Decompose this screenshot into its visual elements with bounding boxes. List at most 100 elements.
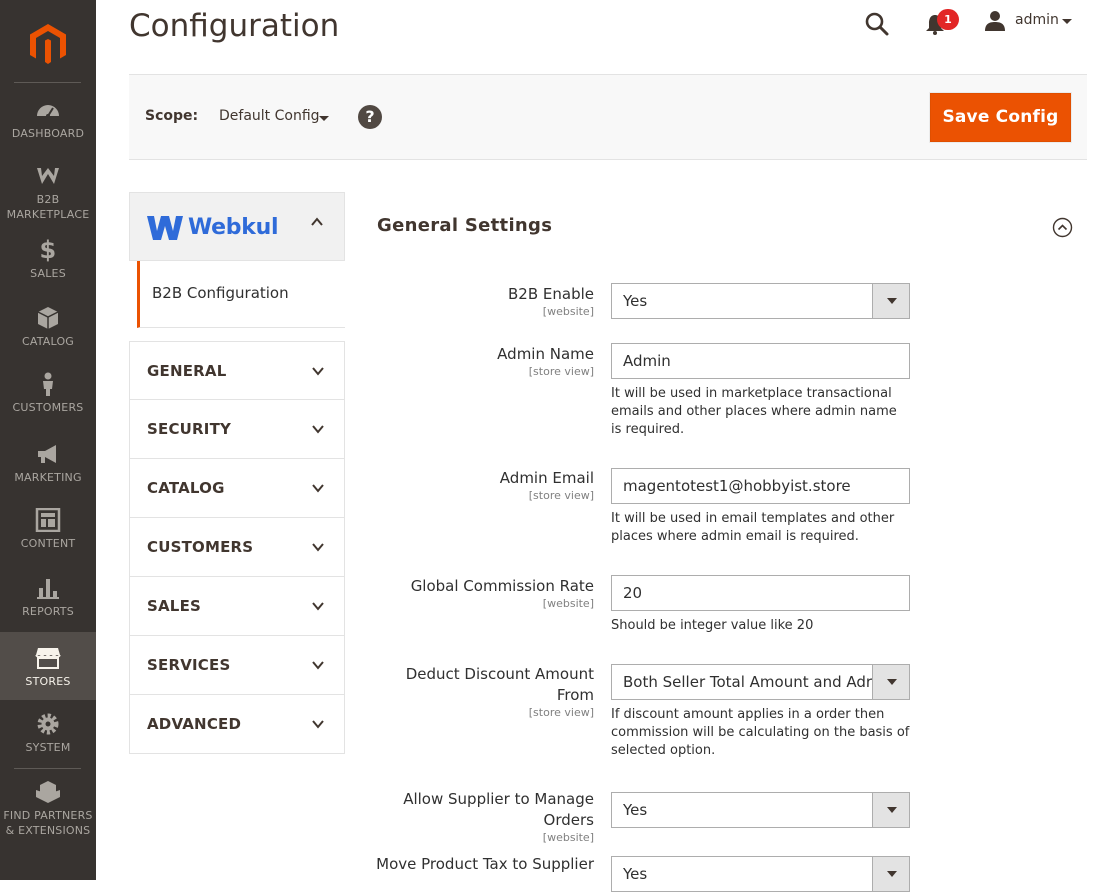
move-product-tax-select[interactable]: Yes xyxy=(611,856,910,892)
admin-name-input[interactable]: Admin xyxy=(611,343,910,379)
chevron-down-icon[interactable] xyxy=(872,665,909,699)
chevron-down-icon xyxy=(312,425,324,434)
tab-customers[interactable]: CUSTOMERS xyxy=(129,518,345,577)
admin-sidebar: DASHBOARD B2B MARKETPLACE $ SALES CATALO… xyxy=(0,0,96,880)
sidebar-item-content[interactable]: CONTENT xyxy=(0,508,96,552)
sidebar-item-label: MARKETING xyxy=(14,471,82,484)
field-label-text: Admin Email xyxy=(499,469,594,487)
save-config-button[interactable]: Save Config xyxy=(930,93,1071,142)
tab-sales[interactable]: SALES xyxy=(129,577,345,636)
page-title: Configuration xyxy=(129,8,340,44)
tab-advanced[interactable]: ADVANCED xyxy=(129,695,345,754)
megaphone-icon xyxy=(38,445,56,463)
user-icon[interactable] xyxy=(984,10,1006,32)
sidebar-item-label: CUSTOMERS xyxy=(12,401,84,414)
tab-services[interactable]: SERVICES xyxy=(129,636,345,695)
chevron-down-icon[interactable] xyxy=(319,116,329,121)
section-title[interactable]: General Settings xyxy=(377,215,552,236)
global-commission-rate-input[interactable]: 20 xyxy=(611,575,910,611)
webkul-logo-icon xyxy=(147,216,183,240)
dashboard-icon xyxy=(37,105,59,118)
chevron-down-icon xyxy=(312,543,324,552)
b2b-enable-select[interactable]: Yes xyxy=(611,283,910,319)
notification-count-badge[interactable]: 1 xyxy=(937,9,959,30)
field-note: If discount amount applies in a order th… xyxy=(611,707,910,758)
field-label-text: Move Product Tax to Supplier xyxy=(376,855,594,873)
chevron-up-icon[interactable] xyxy=(310,215,324,229)
field-label: Allow Supplier to Manage Orders [website… xyxy=(394,789,594,844)
sidebar-item-label: CONTENT xyxy=(20,537,76,550)
sidebar-item-label: CATALOG xyxy=(21,335,75,348)
tab-label: CATALOG xyxy=(147,479,225,497)
chevron-down-icon xyxy=(312,367,324,376)
scope-toolbar: Scope: Default Config ? Save Config xyxy=(129,74,1087,160)
admin-email-input[interactable]: magentotest1@hobbyist.store xyxy=(611,468,910,504)
chevron-down-icon xyxy=(312,484,324,493)
tab-label: SECURITY xyxy=(147,420,232,438)
sidebar-item-label: DASHBOARD xyxy=(11,127,85,140)
sidebar-item-stores[interactable]: STORES xyxy=(0,632,96,700)
tab-general[interactable]: GENERAL xyxy=(129,341,345,400)
sidebar-item-find-partners[interactable]: FIND PARTNERS & EXTENSIONS xyxy=(0,780,96,840)
chevron-down-icon[interactable] xyxy=(872,284,909,318)
field-label: B2B Enable [website] xyxy=(508,284,594,318)
tab-catalog[interactable]: CATALOG xyxy=(129,459,345,518)
sidebar-item-customers[interactable]: CUSTOMERS xyxy=(0,372,96,416)
tab-label: ADVANCED xyxy=(147,715,242,733)
tab-security[interactable]: SECURITY xyxy=(129,400,345,459)
tab-label: B2B Configuration xyxy=(152,284,289,302)
box-icon xyxy=(37,307,59,329)
field-note: Should be integer value like 20 xyxy=(611,618,814,633)
layout-icon xyxy=(35,508,61,532)
sidebar-item-label: STORES xyxy=(25,675,71,688)
deduct-discount-select[interactable]: Both Seller Total Amount and Adr xyxy=(611,664,910,700)
select-value: Yes xyxy=(623,292,648,310)
field-scope: [store view] xyxy=(528,489,594,502)
scope-label: Scope: xyxy=(145,108,199,124)
select-value: Yes xyxy=(623,865,648,883)
search-icon[interactable] xyxy=(864,11,890,37)
tab-label: SALES xyxy=(147,597,202,615)
admin-user-menu[interactable]: admin xyxy=(1015,12,1059,28)
magento-logo[interactable] xyxy=(28,22,68,66)
b2b-marketplace-icon xyxy=(37,168,59,184)
field-label-text: B2B Enable xyxy=(508,285,594,303)
sidebar-item-system[interactable]: SYSTEM xyxy=(0,712,96,756)
sidebar-item-catalog[interactable]: CATALOG xyxy=(0,306,96,350)
field-label-text: Global Commission Rate xyxy=(410,577,594,595)
allow-supplier-manage-orders-select[interactable]: Yes xyxy=(611,792,910,828)
help-icon[interactable]: ? xyxy=(358,105,382,129)
field-label-text: Deduct Discount Amount From xyxy=(405,665,594,704)
field-scope: [website] xyxy=(542,597,594,610)
sidebar-item-reports[interactable]: REPORTS xyxy=(0,576,96,620)
tab-label: SERVICES xyxy=(147,656,231,674)
chevron-down-icon[interactable] xyxy=(1062,19,1072,24)
sidebar-divider xyxy=(14,82,81,83)
sidebar-item-b2b-marketplace[interactable]: B2B MARKETPLACE xyxy=(0,164,96,221)
sidebar-item-label: SYSTEM xyxy=(25,741,71,754)
boxes-icon xyxy=(36,781,60,803)
store-icon xyxy=(35,648,61,669)
chevron-down-icon xyxy=(312,602,324,611)
sidebar-item-sales[interactable]: $ SALES xyxy=(0,238,96,282)
field-note: It will be used in marketplace transacti… xyxy=(611,386,897,437)
select-value: Yes xyxy=(623,801,648,819)
sidebar-item-dashboard[interactable]: DASHBOARD xyxy=(0,98,96,146)
chevron-down-icon[interactable] xyxy=(872,793,909,827)
chevron-down-icon[interactable] xyxy=(872,857,909,891)
field-scope: [website] xyxy=(542,305,594,318)
scope-switcher[interactable]: Default Config xyxy=(219,108,320,124)
sidebar-item-marketing[interactable]: MARKETING xyxy=(0,442,96,486)
bar-chart-icon xyxy=(37,579,59,599)
field-label: Move Product Tax to Supplier xyxy=(354,854,594,875)
tab-b2b-configuration[interactable]: B2B Configuration xyxy=(137,261,345,328)
tab-group-webkul[interactable]: Webkul xyxy=(129,192,345,261)
field-label-text: Allow Supplier to Manage Orders xyxy=(403,790,594,829)
sidebar-item-label: FIND PARTNERS & EXTENSIONS xyxy=(3,809,93,837)
field-scope: [store view] xyxy=(528,365,594,378)
select-value: Both Seller Total Amount and Adr xyxy=(623,673,873,691)
collapse-section-icon[interactable] xyxy=(1052,217,1073,238)
gear-icon xyxy=(37,713,59,735)
config-tabs: Webkul B2B Configuration GENERAL SECURIT… xyxy=(129,192,345,754)
webkul-brand-label: Webkul xyxy=(188,215,279,240)
